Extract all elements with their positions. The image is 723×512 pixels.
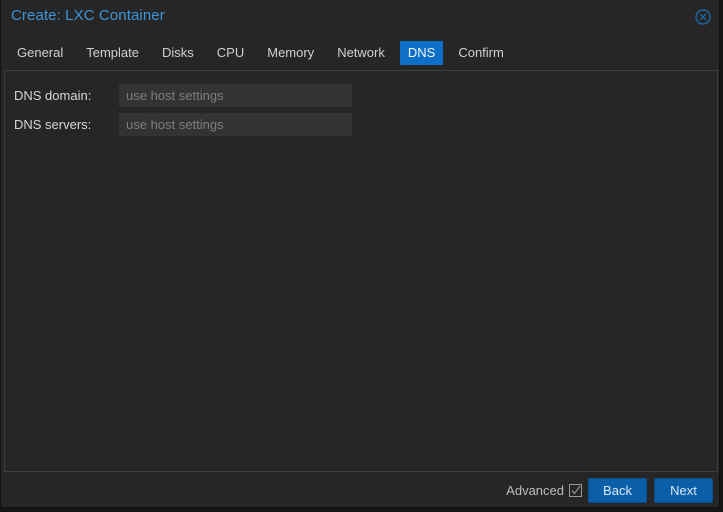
tab-cpu[interactable]: CPU bbox=[209, 41, 252, 65]
dns-domain-input[interactable] bbox=[119, 83, 352, 107]
tab-disks[interactable]: Disks bbox=[154, 41, 202, 65]
tab-network[interactable]: Network bbox=[329, 41, 393, 65]
tab-general[interactable]: General bbox=[9, 41, 71, 65]
dialog-footer: Advanced Back Next bbox=[1, 474, 719, 508]
next-button[interactable]: Next bbox=[654, 478, 713, 503]
checkbox-checked-icon[interactable] bbox=[569, 484, 582, 497]
tab-confirm[interactable]: Confirm bbox=[450, 41, 512, 65]
dns-servers-row: DNS servers: bbox=[14, 112, 352, 136]
dialog-title: Create: LXC Container bbox=[11, 7, 165, 24]
advanced-checkbox[interactable]: Advanced bbox=[506, 483, 582, 498]
dns-servers-label: DNS servers: bbox=[14, 116, 92, 132]
back-button[interactable]: Back bbox=[588, 478, 647, 503]
close-icon[interactable] bbox=[695, 9, 711, 25]
dialog-header: Create: LXC Container bbox=[1, 0, 719, 34]
create-lxc-container-dialog: Create: LXC Container General Template D… bbox=[1, 0, 720, 508]
dns-panel: DNS domain: DNS servers: bbox=[4, 70, 718, 472]
tab-memory[interactable]: Memory bbox=[259, 41, 322, 65]
wizard-tabs: General Template Disks CPU Memory Networ… bbox=[9, 41, 519, 65]
dns-servers-input[interactable] bbox=[119, 112, 352, 136]
tab-dns[interactable]: DNS bbox=[399, 41, 444, 65]
dns-domain-label: DNS domain: bbox=[14, 87, 92, 103]
dns-domain-row: DNS domain: bbox=[14, 83, 352, 107]
tab-template[interactable]: Template bbox=[78, 41, 147, 65]
advanced-label: Advanced bbox=[506, 483, 564, 498]
